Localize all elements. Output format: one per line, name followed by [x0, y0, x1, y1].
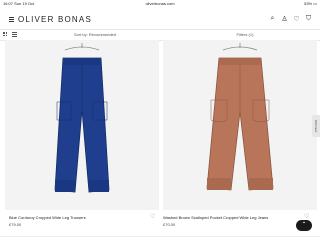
scroll-to-top-button[interactable]: ⌃ [296, 220, 312, 231]
grid-icon[interactable] [3, 32, 7, 36]
product-name-2[interactable]: Washed Brown Scalloped Pocket Cropped Wi… [163, 215, 268, 220]
bag-icon[interactable]: ⛉ [305, 15, 312, 23]
battery-indicator: 53% ▭ [304, 1, 317, 6]
jeans-illustration [206, 43, 274, 191]
product-price-1: £79.00 [9, 222, 22, 227]
list-icon[interactable] [12, 32, 17, 37]
status-bar: 16:07 Sun 19 Oct oliverbonas.com 53% ▭ [0, 0, 320, 7]
site-header: OLIVER BONAS ⌕ ♙ ♡ ⛉ [0, 10, 320, 30]
heart-icon[interactable]: ♡ [293, 15, 300, 23]
chevron-up-icon: ⌃ [301, 222, 307, 228]
trousers-illustration [54, 43, 110, 193]
wishlist-heart-icon[interactable]: ♡ [150, 213, 155, 220]
product-name-1[interactable]: Blue Corduroy Cropped Wide Leg Trousers [9, 215, 86, 220]
sort-dropdown[interactable]: Sort by: Recommended [60, 30, 130, 39]
site-logo[interactable]: OLIVER BONAS [18, 15, 92, 24]
menu-icon[interactable] [9, 17, 14, 22]
filter-button[interactable]: Filters (1) [200, 30, 290, 39]
user-icon[interactable]: ♙ [281, 15, 288, 23]
product-image-1[interactable] [5, 40, 159, 210]
divider [0, 236, 320, 237]
product-image-2[interactable] [163, 40, 317, 210]
address-url[interactable]: oliverbonas.com [0, 0, 320, 7]
header-icons: ⌕ ♙ ♡ ⛉ [269, 15, 312, 23]
search-icon[interactable]: ⌕ [269, 15, 276, 23]
gift-card-tab[interactable]: Gift Card [312, 115, 320, 137]
wishlist-heart-icon[interactable]: ♡ [304, 213, 309, 220]
product-price-2: £70.00 [163, 222, 176, 227]
